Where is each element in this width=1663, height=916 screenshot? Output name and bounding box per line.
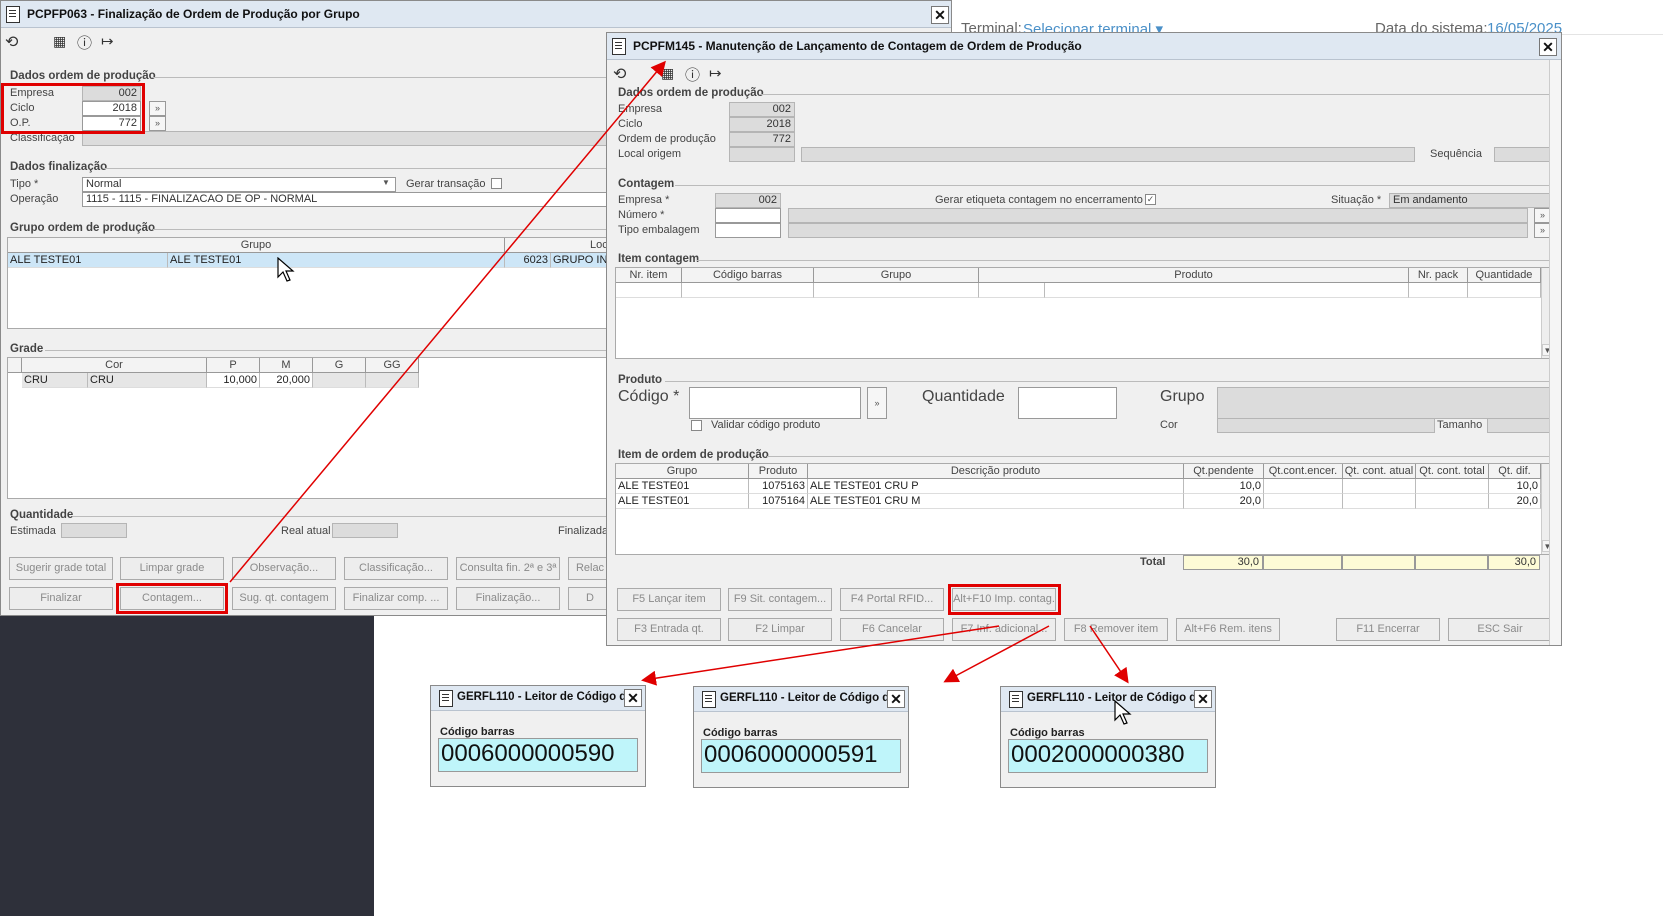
arrow-imp-to-reader-2 [943,625,1050,683]
arrow-contagem-to-window [229,60,666,583]
arrow-imp-to-reader-1 [641,625,1000,686]
annotation-arrows [229,60,1129,686]
arrow-imp-to-reader-3 [1089,625,1129,684]
